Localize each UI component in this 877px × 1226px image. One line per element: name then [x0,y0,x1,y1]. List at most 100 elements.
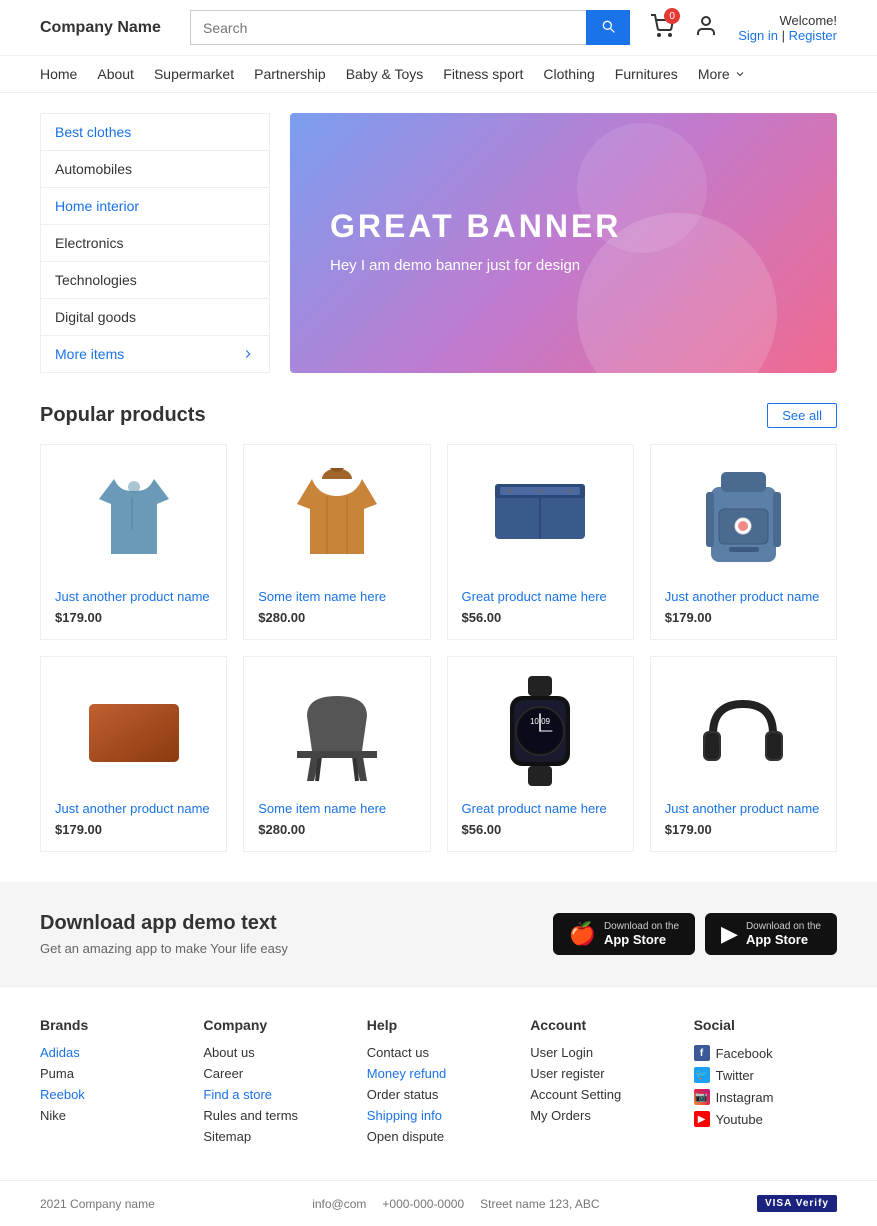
product-price: $179.00 [55,610,212,625]
cart-icon-wrap[interactable]: 0 [650,14,674,41]
sidebar-item-technologies[interactable]: Technologies [41,262,269,299]
footer-shipping-info[interactable]: Shipping info [367,1108,510,1123]
footer-about-us[interactable]: About us [203,1045,346,1060]
product-image-wrap [258,459,415,579]
product-image-wrap: 10:09 [462,671,619,791]
product-price: $179.00 [665,822,822,837]
main-content: Best clothes Automobiles Home interior E… [0,93,877,393]
nav-furnitures[interactable]: Furnitures [615,66,678,82]
footer-brand-nike[interactable]: Nike [40,1108,183,1123]
sidebar-item-home-interior[interactable]: Home interior [41,188,269,225]
twitter-icon: 🐦 [694,1067,710,1083]
header: Company Name 0 Welcome! Sign in | Regist… [0,0,877,56]
footer-contact-info: info@com +000-000-0000 Street name 123, … [312,1197,599,1211]
nav-baby-toys[interactable]: Baby & Toys [346,66,424,82]
product-card[interactable]: Just another product name $179.00 [40,656,227,852]
footer-open-dispute[interactable]: Open dispute [367,1129,510,1144]
user-icon-wrap[interactable] [694,14,718,41]
banner: GREAT BANNER Hey I am demo banner just f… [290,113,837,373]
footer-money-refund[interactable]: Money refund [367,1066,510,1081]
product-card[interactable]: 10:09 Great product name here $56.00 [447,656,634,852]
nav-more[interactable]: More [698,66,746,82]
sidebar-item-best-clothes[interactable]: Best clothes [41,114,269,151]
logo: Company Name [40,19,170,37]
footer-brand-puma[interactable]: Puma [40,1066,183,1081]
download-section: Download app demo text Get an amazing ap… [0,882,877,986]
product-card[interactable]: Just another product name $179.00 [40,444,227,640]
footer-career[interactable]: Career [203,1066,346,1081]
footer-youtube[interactable]: ▶ Youtube [694,1111,837,1127]
product-card[interactable]: Just another product name $179.00 [650,444,837,640]
welcome-text: Welcome! Sign in | Register [738,13,837,43]
product-price: $280.00 [258,822,415,837]
footer-contact-us[interactable]: Contact us [367,1045,510,1060]
footer-my-orders[interactable]: My Orders [530,1108,673,1123]
products-grid: Just another product name $179.00 Some i… [40,444,837,852]
footer-sitemap[interactable]: Sitemap [203,1129,346,1144]
product-image-watch: 10:09 [500,676,580,786]
playstore-small: Download on the [746,921,821,932]
chevron-down-icon [734,68,746,80]
footer-twitter[interactable]: 🐦 Twitter [694,1067,837,1083]
sidebar-item-automobiles[interactable]: Automobiles [41,151,269,188]
footer-facebook[interactable]: f Facebook [694,1045,837,1061]
product-image-jacket [292,464,382,574]
playstore-button[interactable]: ▶ Download on the App Store [705,913,837,955]
register-link[interactable]: Register [789,28,837,43]
footer-rules[interactable]: Rules and terms [203,1108,346,1123]
search-icon [600,18,616,34]
cart-badge: 0 [664,8,680,24]
footer-copy: 2021 Company name [40,1197,155,1211]
sidebar-item-digital-goods[interactable]: Digital goods [41,299,269,336]
sidebar-item-electronics[interactable]: Electronics [41,225,269,262]
search-bar [190,10,630,45]
product-card[interactable]: Some item name here $280.00 [243,656,430,852]
footer-help: Help Contact us Money refund Order statu… [367,1017,510,1150]
footer-account-title: Account [530,1017,673,1033]
search-button[interactable] [586,10,630,45]
product-image-shorts [490,479,590,559]
see-all-button[interactable]: See all [767,403,837,428]
nav-about[interactable]: About [97,66,134,82]
header-actions: 0 Welcome! Sign in | Register [650,13,837,43]
nav-clothing[interactable]: Clothing [543,66,594,82]
footer-company-title: Company [203,1017,346,1033]
nav-partnership[interactable]: Partnership [254,66,326,82]
banner-title: GREAT BANNER [330,208,621,245]
download-subtitle: Get an amazing app to make Your life eas… [40,941,288,956]
product-image-wrap [665,671,822,791]
footer-user-login[interactable]: User Login [530,1045,673,1060]
appstore-small: Download on the [604,921,679,932]
footer-account-setting[interactable]: Account Setting [530,1087,673,1102]
sign-in-link[interactable]: Sign in [738,28,778,43]
footer-find-store[interactable]: Find a store [203,1087,346,1102]
footer-brand-reebok[interactable]: Reebok [40,1087,183,1102]
product-image-backpack [701,467,786,572]
footer-brands: Brands Adidas Puma Reebok Nike [40,1017,183,1150]
product-image-chair [292,676,382,786]
product-card[interactable]: Great product name here $56.00 [447,444,634,640]
nav-supermarket[interactable]: Supermarket [154,66,234,82]
sidebar-item-more[interactable]: More items [41,336,269,372]
banner-circle2 [577,123,707,253]
product-name: Just another product name [665,589,822,604]
footer-social-title: Social [694,1017,837,1033]
footer-user-register[interactable]: User register [530,1066,673,1081]
product-card[interactable]: Just another product name $179.00 [650,656,837,852]
product-card[interactable]: Some item name here $280.00 [243,444,430,640]
product-name: Great product name here [462,589,619,604]
product-price: $179.00 [55,822,212,837]
nav-home[interactable]: Home [40,66,77,82]
youtube-icon: ▶ [694,1111,710,1127]
footer-order-status[interactable]: Order status [367,1087,510,1102]
footer-help-title: Help [367,1017,510,1033]
search-input[interactable] [190,10,586,45]
footer-brand-adidas[interactable]: Adidas [40,1045,183,1060]
sidebar: Best clothes Automobiles Home interior E… [40,113,270,373]
footer-instagram[interactable]: 📷 Instagram [694,1089,837,1105]
nav-fitness[interactable]: Fitness sport [443,66,523,82]
product-image-shirt [89,469,179,569]
product-name: Some item name here [258,801,415,816]
download-title: Download app demo text [40,912,288,935]
appstore-button[interactable]: 🍎 Download on the App Store [553,913,695,955]
